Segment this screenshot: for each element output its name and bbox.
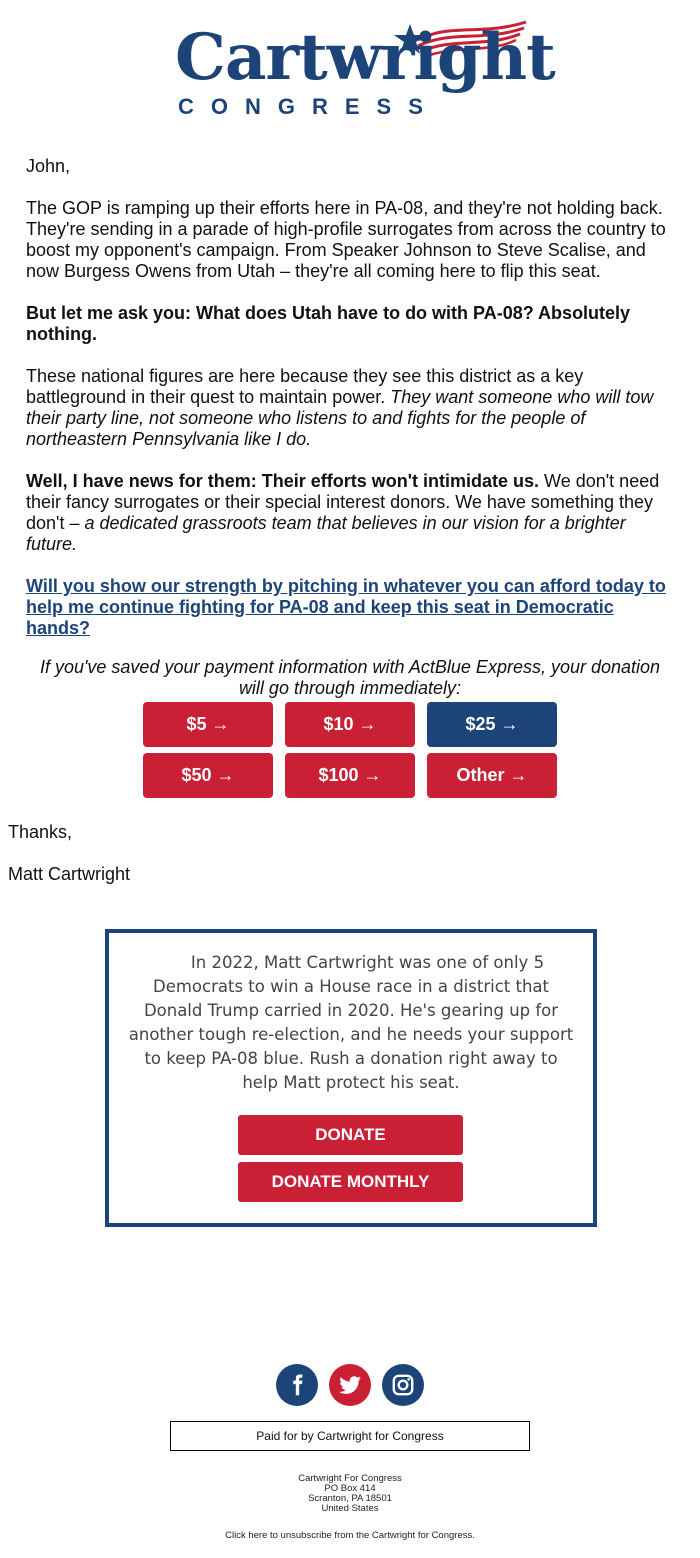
paragraph-4: Well, I have news for them: Their effort… — [26, 471, 672, 555]
twitter-icon — [339, 1376, 361, 1394]
paragraph-4-italic: a dedicated grassroots team that believe… — [26, 513, 626, 554]
paragraph-2-bold: But let me ask you: What does Utah have … — [26, 303, 631, 344]
cta-paragraph: Will you show our strength by pitching i… — [26, 576, 672, 639]
logo-subtitle: CONGRESS — [178, 94, 440, 119]
paid-for-disclaimer: Paid for by Cartwright for Congress — [170, 1421, 530, 1451]
actblue-express-note: If you've saved your payment information… — [39, 657, 661, 698]
paragraph-1: The GOP is ramping up their efforts here… — [26, 198, 666, 281]
signoff: Thanks, — [8, 822, 73, 842]
signature: Matt Cartwright — [8, 864, 131, 884]
unsubscribe-link[interactable]: Click here to unsubscribe from the Cartw… — [225, 1530, 475, 1541]
greeting: John, — [26, 156, 71, 176]
twitter-link[interactable] — [329, 1364, 371, 1406]
instagram-icon — [392, 1374, 414, 1396]
donate-50-button[interactable]: $50 → — [143, 753, 273, 798]
mailing-address: Cartwright For Congress PO Box 414 Scran… — [150, 1474, 550, 1514]
instagram-link[interactable] — [382, 1364, 424, 1406]
donate-25-button[interactable]: $25 → — [427, 702, 557, 747]
donate-button[interactable]: DONATE — [238, 1115, 463, 1155]
facebook-icon — [293, 1374, 303, 1396]
logo-wordmark: Cartwright — [175, 20, 556, 95]
address-line: United States — [321, 1503, 379, 1514]
donate-monthly-button[interactable]: DONATE MONTHLY — [238, 1162, 463, 1202]
promo-box: In 2022, Matt Cartwright was one of only… — [105, 929, 597, 1227]
donate-100-button[interactable]: $100 → — [285, 753, 415, 798]
donate-5-button[interactable]: $5 → — [143, 702, 273, 747]
facebook-link[interactable] — [276, 1364, 318, 1406]
promo-text: In 2022, Matt Cartwright was one of only… — [128, 953, 574, 1092]
unsubscribe-row: Click here to unsubscribe from the Cartw… — [100, 1530, 600, 1541]
donate-other-button[interactable]: Other → — [427, 753, 557, 798]
donate-10-button[interactable]: $10 → — [285, 702, 415, 747]
cta-donate-link[interactable]: Will you show our strength by pitching i… — [26, 576, 666, 638]
campaign-logo: Cartwright CONGRESS — [170, 18, 556, 128]
paragraph-3: These national figures are here because … — [26, 366, 672, 450]
paragraph-4-bold: Well, I have news for them: Their effort… — [26, 471, 540, 491]
